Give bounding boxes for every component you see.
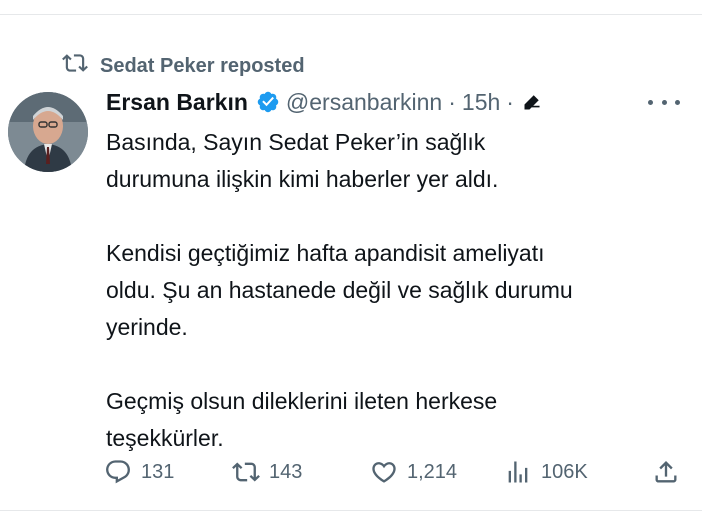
tweet-card: Sedat Peker reposted Ersan Barkın @ersan… <box>0 0 702 528</box>
text-line: oldu. Şu an hastanede değil ve sağlık du… <box>106 277 573 303</box>
repost-count: 143 <box>269 460 303 483</box>
timestamp[interactable]: 15h <box>462 89 500 116</box>
repost-button[interactable]: 143 <box>232 452 302 492</box>
reply-count: 131 <box>141 460 175 483</box>
share-icon <box>655 461 677 483</box>
like-button[interactable]: 1,214 <box>370 452 457 492</box>
display-name[interactable]: Ersan Barkın <box>106 89 248 116</box>
more-horizontal-icon[interactable] <box>648 96 680 108</box>
text-line: Geçmiş olsun dileklerini ileten herkese <box>106 388 498 414</box>
verified-badge-icon <box>257 91 279 113</box>
text-line: Kendisi geçtiğimiz hafta apandisit ameli… <box>106 240 545 266</box>
reply-button[interactable]: 131 <box>104 452 174 492</box>
action-bar: 131 143 1,214 106K <box>104 452 684 492</box>
repost-icon <box>232 462 260 482</box>
views-button[interactable]: 106K <box>504 452 588 492</box>
reply-icon <box>106 460 130 484</box>
handle[interactable]: @ersanbarkinn <box>286 89 442 116</box>
top-divider <box>0 14 702 15</box>
paragraph: Basında, Sayın Sedat Peker’in sağlık dur… <box>106 124 686 198</box>
repost-label: Sedat Peker reposted <box>100 54 305 77</box>
tweet-header: Ersan Barkın @ersanbarkinn · 15h · <box>106 86 542 118</box>
separator-dot: · <box>448 88 456 115</box>
like-count: 1,214 <box>407 460 458 483</box>
edit-pencil-icon[interactable] <box>522 92 542 112</box>
text-line: yerinde. <box>106 314 188 340</box>
separator-dot-2: · <box>506 88 514 115</box>
repost-indicator[interactable]: Sedat Peker reposted <box>62 52 305 80</box>
text-line: durumuna ilişkin kimi haberler yer aldı. <box>106 166 499 192</box>
heart-icon <box>372 462 396 483</box>
view-count: 106K <box>541 460 588 483</box>
share-button[interactable] <box>652 452 680 492</box>
bottom-divider <box>0 510 702 511</box>
avatar[interactable] <box>8 92 88 172</box>
repost-icon <box>62 50 88 82</box>
views-chart-icon <box>508 461 528 483</box>
paragraph: Kendisi geçtiğimiz hafta apandisit ameli… <box>106 235 686 346</box>
text-line: Basında, Sayın Sedat Peker’in sağlık <box>106 129 486 155</box>
tweet-text: Basında, Sayın Sedat Peker’in sağlık dur… <box>106 124 686 494</box>
paragraph: Geçmiş olsun dileklerini ileten herkese … <box>106 383 686 457</box>
